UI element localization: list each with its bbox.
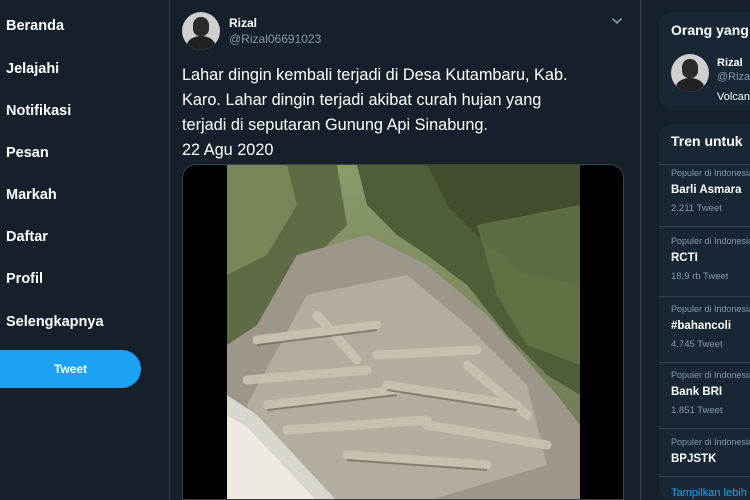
tweet-video[interactable]: [182, 164, 624, 500]
show-more-trends-link[interactable]: Tampilkan lebih: [671, 487, 747, 499]
nav-item-beranda[interactable]: Beranda: [6, 18, 64, 34]
author-name[interactable]: Rizal: [229, 16, 257, 30]
video-scene-image: [227, 165, 580, 499]
trend-topic: Barli Asmara: [671, 184, 742, 196]
right-sidebar: Orang yang Rizal @Rizal Volcano Tren unt…: [659, 0, 750, 500]
nav-item-markah[interactable]: Markah: [6, 187, 57, 203]
tweet-text-line: Karo. Lahar dingin terjadi akibat curah …: [182, 91, 542, 109]
trend-topic: Bank BRI: [671, 386, 723, 398]
trend-item[interactable]: Populer di Indonesia BPJSTK: [671, 437, 750, 466]
trend-topic: RCTI: [671, 252, 698, 264]
tweet-date: 22 Agu 2020: [182, 141, 274, 159]
author-avatar[interactable]: [182, 12, 220, 50]
nav-item-profil[interactable]: Profil: [6, 271, 43, 287]
divider: [659, 428, 750, 429]
divider: [659, 476, 750, 477]
trend-topic: BPJSTK: [671, 453, 717, 465]
trend-topic: #bahancoli: [671, 320, 732, 332]
tweet-text-line: terjadi di seputaran Gunung Api Sinabung…: [182, 116, 488, 134]
chevron-down-icon[interactable]: [610, 14, 624, 28]
trend-context: Populer di Indonesia: [671, 168, 750, 178]
trends-title: Tren untuk: [671, 133, 743, 149]
video-frame[interactable]: [227, 165, 580, 499]
tweet-detail: Rizal @Rizal06691023 Lahar dingin kembal…: [169, 0, 641, 500]
nav-item-notifikasi[interactable]: Notifikasi: [6, 103, 71, 119]
divider: [659, 296, 750, 297]
divider: [659, 226, 750, 227]
nav-item-jelajahi[interactable]: Jelajahi: [6, 61, 59, 77]
trend-context: Populer di Indonesia: [671, 236, 750, 246]
nav-item-selengkapnya[interactable]: Selengkapnya: [6, 314, 104, 330]
tweet-text: Lahar dingin kembali terjadi di Desa Kut…: [182, 63, 622, 163]
tweet-text-line: Lahar dingin kembali terjadi di Desa Kut…: [182, 66, 568, 84]
nav-item-daftar[interactable]: Daftar: [6, 229, 48, 245]
divider: [659, 164, 750, 165]
trend-context: Populer di Indonesia: [671, 437, 750, 447]
trend-item[interactable]: Populer di Indonesia Barli Asmara 2.211 …: [671, 168, 750, 214]
suggested-user-handle[interactable]: @Rizal: [717, 71, 750, 83]
trend-item[interactable]: Populer di Indonesia RCTI 18,9 rb Tweet: [671, 236, 750, 282]
author-handle[interactable]: @Rizal06691023: [229, 32, 321, 46]
suggested-user-bio: Volcano: [717, 91, 750, 103]
suggested-user-name[interactable]: Rizal: [717, 57, 743, 69]
trend-item[interactable]: Populer di Indonesia #bahancoli 4.745 Tw…: [671, 304, 750, 350]
trend-context: Populer di Indonesia: [671, 370, 750, 380]
compose-tweet-button[interactable]: Tweet: [0, 350, 141, 388]
trends-card: Tren untuk Populer di Indonesia Barli As…: [659, 124, 750, 500]
suggested-user-avatar[interactable]: [671, 54, 709, 92]
trend-count: 1.851 Tweet: [671, 405, 723, 416]
divider: [659, 362, 750, 363]
trend-count: 4.745 Tweet: [671, 339, 723, 350]
trend-context: Populer di Indonesia: [671, 304, 750, 314]
left-navigation: Beranda Jelajahi Notifikasi Pesan Markah…: [0, 0, 170, 500]
nav-item-pesan[interactable]: Pesan: [6, 145, 49, 161]
trend-item[interactable]: Populer di Indonesia Bank BRI 1.851 Twee…: [671, 370, 750, 416]
who-to-follow-card: Orang yang Rizal @Rizal Volcano: [659, 12, 750, 110]
trend-count: 18,9 rb Tweet: [671, 271, 729, 282]
who-to-follow-title: Orang yang: [671, 22, 749, 38]
trend-count: 2.211 Tweet: [671, 203, 722, 214]
